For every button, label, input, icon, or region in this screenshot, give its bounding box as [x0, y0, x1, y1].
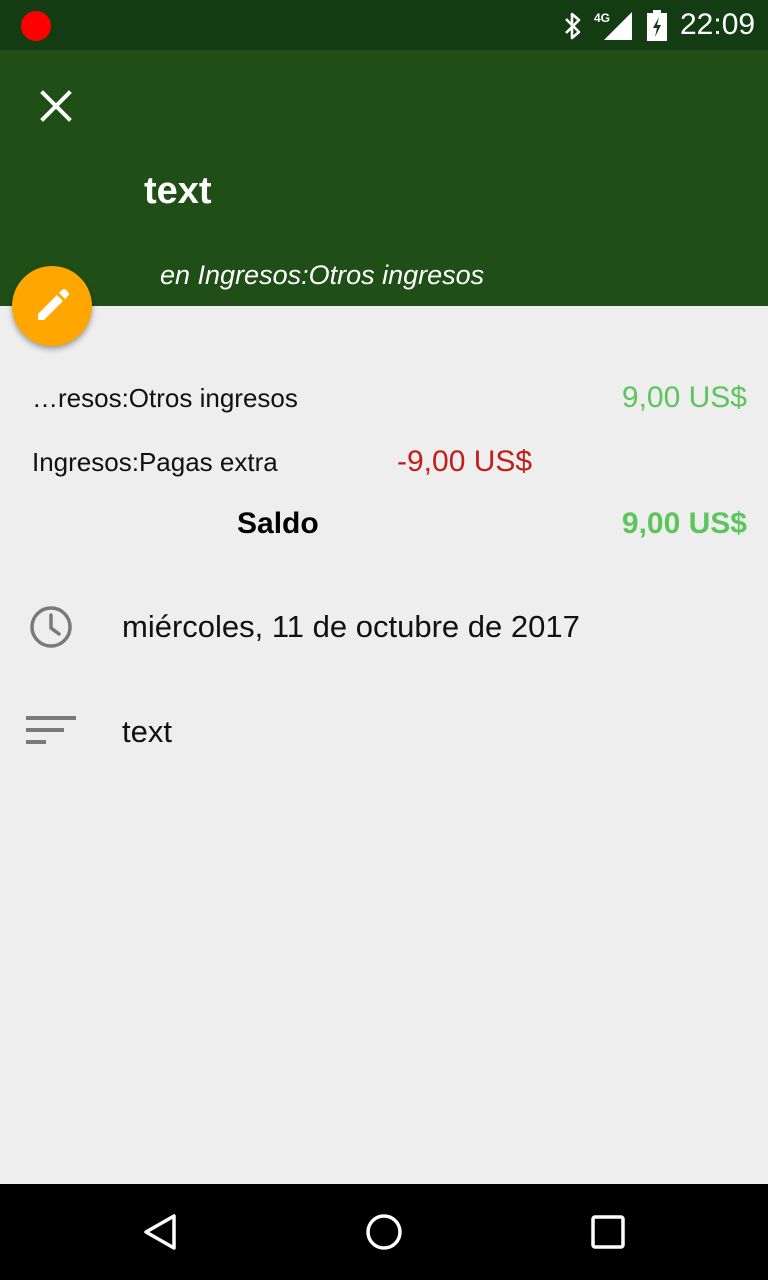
close-icon: [40, 90, 72, 122]
record-icon: [21, 11, 51, 41]
split-account: Ingresos:Pagas extra: [32, 447, 278, 477]
balance-label: Saldo: [237, 507, 319, 540]
clock-icon: [28, 604, 74, 655]
balance-amount: 9,00 US$: [621, 507, 747, 540]
pencil-icon: [38, 289, 69, 320]
transaction-account: en Ingresos:Otros ingresos: [160, 260, 485, 290]
bluetooth-icon: [560, 10, 586, 47]
transaction-title: text: [144, 170, 212, 212]
navigation-bar: [0, 1184, 768, 1280]
notes-icon: [26, 714, 78, 753]
status-time: 22:09: [680, 8, 756, 41]
close-button[interactable]: [30, 80, 82, 132]
split-account: …resos:Otros ingresos: [32, 383, 298, 413]
transaction-notes: text: [122, 714, 172, 749]
recents-icon[interactable]: [590, 1214, 626, 1250]
back-icon[interactable]: [140, 1212, 180, 1252]
split-amount: 9,00 US$: [621, 381, 747, 414]
network-type-label: 4G: [594, 11, 610, 25]
transaction-date: miércoles, 11 de octubre de 2017: [122, 609, 580, 644]
signal-icon: 4G: [594, 10, 634, 47]
edit-button[interactable]: [12, 266, 92, 346]
status-bar: 4G 22:09: [0, 0, 768, 50]
transaction-header: text en Ingresos:Otros ingresos: [0, 50, 768, 306]
home-icon[interactable]: [364, 1212, 404, 1252]
battery-icon: [646, 10, 668, 47]
split-amount: -9,00 US$: [397, 445, 533, 478]
